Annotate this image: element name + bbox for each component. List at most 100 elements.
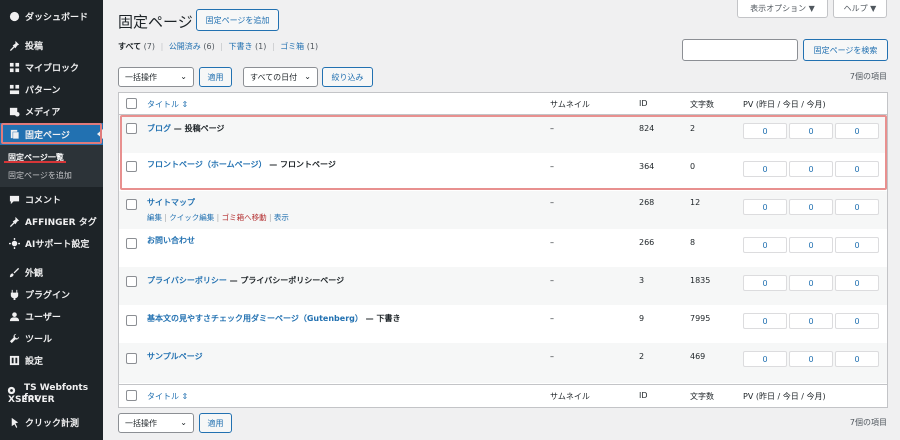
id-cell: 268 — [639, 198, 655, 207]
sidebar-item-media[interactable]: メディア — [0, 100, 103, 122]
submenu-add-page[interactable]: 固定ページを追加 — [8, 170, 72, 181]
sidebar-item-posts[interactable]: 投稿 — [0, 34, 103, 56]
filter-trash-count: (1) — [306, 42, 319, 51]
sidebar-item-label: マイブロック — [25, 63, 80, 74]
date-filter-select[interactable]: すべての日付 ⌄ — [243, 67, 318, 87]
filter-published[interactable]: 公開済み — [169, 42, 201, 51]
page-title-link[interactable]: サンプルページ — [147, 352, 203, 361]
user-icon — [6, 311, 22, 322]
sidebar-item-tools[interactable]: ツール — [0, 327, 103, 349]
select-all-checkbox[interactable] — [126, 390, 137, 401]
row-checkbox[interactable] — [126, 238, 137, 249]
help-button[interactable]: ヘルプ ▼ — [833, 0, 887, 18]
apply-button-bottom[interactable]: 適用 — [199, 413, 232, 433]
table-row[interactable]: フロントページ（ホームページ） — フロントページ – 364 0 0 0 0 — [119, 153, 887, 191]
pv-month[interactable]: 0 — [835, 161, 879, 177]
row-checkbox[interactable] — [126, 353, 137, 364]
chars-cell: 0 — [690, 162, 696, 171]
sidebar-item-patterns[interactable]: パターン — [0, 78, 103, 100]
pv-yesterday[interactable]: 0 — [743, 123, 787, 139]
ai-icon — [6, 237, 22, 249]
page-title-link[interactable]: フロントページ（ホームページ） — [147, 160, 266, 169]
search-input[interactable] — [682, 39, 798, 61]
column-title[interactable]: タイトル ⇕ — [147, 391, 188, 402]
sidebar-item-click-tracking[interactable]: クリック計測 — [0, 411, 103, 433]
pv-yesterday[interactable]: 0 — [743, 351, 787, 367]
pv-month[interactable]: 0 — [835, 351, 879, 367]
bulk-action-select-bottom[interactable]: 一括操作 ⌄ — [118, 413, 194, 433]
items-count-bottom: 7個の項目 — [849, 418, 887, 427]
pv-today[interactable]: 0 — [789, 275, 833, 291]
pv-yesterday[interactable]: 0 — [743, 275, 787, 291]
sidebar-item-label: 外観 — [25, 268, 44, 279]
page-title-link[interactable]: サイトマップ — [147, 198, 195, 207]
pv-today[interactable]: 0 — [789, 351, 833, 367]
pv-yesterday[interactable]: 0 — [743, 199, 787, 215]
items-count: 7個の項目 — [849, 72, 887, 81]
sidebar-item-ts-webfonts[interactable]: TS Webfonts for XSERVER — [0, 381, 103, 407]
sidebar-item-users[interactable]: ユーザー — [0, 305, 103, 327]
table-row[interactable]: サンプルページ – 2 469 0 0 0 — [119, 343, 887, 383]
table-row[interactable]: サイトマップ 編集 | クイック編集 | ゴミ箱へ移動 | 表示 – 268 1… — [119, 191, 887, 229]
page-title-link[interactable]: お問い合わせ — [147, 236, 195, 245]
sidebar-item-pages[interactable]: 固定ページ — [0, 123, 103, 145]
thumbnail-cell: – — [550, 124, 554, 133]
sidebar-item-comments[interactable]: コメント — [0, 188, 103, 210]
bulk-action-value: 一括操作 — [125, 72, 157, 82]
table-row[interactable]: お問い合わせ – 266 8 0 0 0 — [119, 229, 887, 267]
table-row[interactable]: プライバシーポリシー — プライバシーポリシーページ – 3 1835 0 0 … — [119, 267, 887, 305]
pv-today[interactable]: 0 — [789, 123, 833, 139]
quick-edit-link[interactable]: クイック編集 — [169, 213, 214, 222]
pv-month[interactable]: 0 — [835, 313, 879, 329]
filter-all[interactable]: すべて — [118, 42, 141, 51]
row-checkbox[interactable] — [126, 123, 137, 134]
pattern-icon — [6, 84, 22, 95]
pv-today[interactable]: 0 — [789, 199, 833, 215]
filter-draft[interactable]: 下書き — [229, 42, 253, 51]
sidebar-item-myblocks[interactable]: マイブロック — [0, 56, 103, 78]
search-pages-button[interactable]: 固定ページを検索 — [803, 39, 888, 61]
table-row[interactable]: 基本文の見やすさチェック用ダミーページ（Gutenberg） — 下書き – 9… — [119, 305, 887, 343]
sidebar-item-settings[interactable]: 設定 — [0, 349, 103, 371]
view-link[interactable]: 表示 — [274, 213, 289, 222]
row-checkbox[interactable] — [126, 161, 137, 172]
add-page-button[interactable]: 固定ページを追加 — [196, 9, 279, 31]
pv-today[interactable]: 0 — [789, 237, 833, 253]
row-checkbox[interactable] — [126, 315, 137, 326]
column-pv: PV (昨日 / 今日 / 今月) — [743, 392, 826, 401]
sidebar-item-plugins[interactable]: プラグイン — [0, 283, 103, 305]
pv-yesterday[interactable]: 0 — [743, 237, 787, 253]
chevron-down-icon: ⌄ — [304, 72, 311, 81]
page-title-link[interactable]: プライバシーポリシー — [147, 276, 227, 285]
filter-trash[interactable]: ゴミ箱 — [280, 42, 304, 51]
sidebar-item-affinger-tags[interactable]: AFFINGER タグ — [0, 210, 103, 232]
thumbnail-cell: – — [550, 352, 554, 361]
pv-today[interactable]: 0 — [789, 161, 833, 177]
table-row[interactable]: ブログ — 投稿ページ – 824 2 0 0 0 — [119, 115, 887, 153]
row-checkbox[interactable] — [126, 276, 137, 287]
page-title-link[interactable]: 基本文の見やすさチェック用ダミーページ（Gutenberg） — [147, 314, 363, 323]
sidebar-item-appearance[interactable]: 外観 — [0, 261, 103, 283]
pv-month[interactable]: 0 — [835, 275, 879, 291]
bulk-action-select[interactable]: 一括操作 ⌄ — [118, 67, 194, 87]
pages-table: タイトル ⇕ サムネイル ID 文字数 PV (昨日 / 今日 / 今月) ブロ… — [118, 92, 888, 408]
trash-link[interactable]: ゴミ箱へ移動 — [222, 213, 267, 222]
column-chars: 文字数 — [690, 392, 714, 401]
edit-link[interactable]: 編集 — [147, 213, 162, 222]
select-all-checkbox[interactable] — [126, 98, 137, 109]
pv-yesterday[interactable]: 0 — [743, 161, 787, 177]
apply-button[interactable]: 適用 — [199, 67, 232, 87]
filter-button[interactable]: 絞り込み — [322, 67, 373, 87]
page-title-link[interactable]: ブログ — [147, 124, 171, 133]
row-checkbox[interactable] — [126, 199, 137, 210]
table-footer: タイトル ⇕ サムネイル ID 文字数 PV (昨日 / 今日 / 今月) — [119, 384, 887, 406]
screen-options-button[interactable]: 表示オプション ▼ — [737, 0, 828, 18]
pv-month[interactable]: 0 — [835, 199, 879, 215]
column-title[interactable]: タイトル ⇕ — [147, 99, 188, 110]
pv-month[interactable]: 0 — [835, 237, 879, 253]
pv-month[interactable]: 0 — [835, 123, 879, 139]
sidebar-item-ai-support[interactable]: AIサポート設定 — [0, 232, 103, 254]
pv-today[interactable]: 0 — [789, 313, 833, 329]
sidebar-item-dashboard[interactable]: ダッシュボード — [0, 5, 103, 27]
pv-yesterday[interactable]: 0 — [743, 313, 787, 329]
